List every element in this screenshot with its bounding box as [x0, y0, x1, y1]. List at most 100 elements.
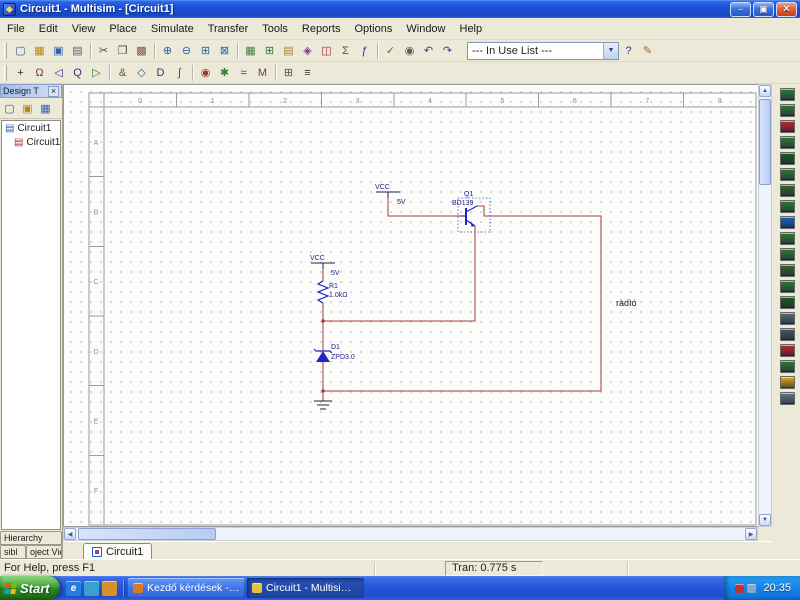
grapher-icon[interactable]: ◫ — [317, 42, 336, 60]
place-bus-icon[interactable]: ≡ — [298, 64, 317, 82]
horizontal-scrollbar[interactable]: ◀ ▶ — [63, 527, 758, 541]
menu-tools[interactable]: Tools — [255, 20, 295, 38]
agilent-function-generator-icon[interactable] — [779, 312, 795, 325]
combo-dropdown-icon[interactable]: ▼ — [603, 42, 618, 59]
education-web-page-icon[interactable]: ✎ — [638, 42, 657, 60]
ground-symbol[interactable] — [314, 400, 332, 410]
forward-annotate-icon[interactable]: ↷ — [438, 42, 457, 60]
scroll-down-icon[interactable]: ▼ — [759, 514, 771, 526]
scroll-up-icon[interactable]: ▲ — [759, 85, 771, 97]
logic-analyzer-icon[interactable] — [779, 216, 795, 229]
back-annotate-icon[interactable]: ↶ — [419, 42, 438, 60]
toggle-grid-icon[interactable]: ▦ — [241, 42, 260, 60]
tree-item-circuit1[interactable]: ▤ Circuit1 — [2, 121, 60, 135]
database-manager-icon[interactable]: ▤ — [279, 42, 298, 60]
restore-button[interactable]: ▣ — [753, 1, 774, 17]
place-diode-icon[interactable]: ◁ — [49, 64, 68, 82]
network-icon[interactable] — [747, 583, 757, 593]
bode-plotter-icon[interactable] — [779, 168, 795, 181]
menu-place[interactable]: Place — [102, 20, 144, 38]
copy-icon[interactable]: ❐ — [113, 42, 132, 60]
menu-transfer[interactable]: Transfer — [201, 20, 256, 38]
hscroll-thumb[interactable] — [78, 528, 216, 540]
logic-converter-icon[interactable] — [779, 232, 795, 245]
annotation-radio[interactable]: ràdìó — [616, 298, 637, 308]
menu-file[interactable]: File — [0, 20, 32, 38]
close-button[interactable]: × — [776, 1, 797, 17]
menu-view[interactable]: View — [65, 20, 103, 38]
help-icon[interactable]: ? — [619, 42, 638, 60]
menu-edit[interactable]: Edit — [32, 20, 65, 38]
resistor-r1[interactable]: R1 1.0kΩ — [316, 280, 347, 304]
volume-icon[interactable] — [735, 583, 745, 593]
place-basic-icon[interactable]: Ω — [30, 64, 49, 82]
place-transistor-icon[interactable]: Q — [68, 64, 87, 82]
open-file-icon[interactable]: ▦ — [30, 42, 49, 60]
place-indicator-icon[interactable]: ◉ — [196, 64, 215, 82]
toolbar-grip[interactable] — [4, 42, 7, 59]
network-analyzer-icon[interactable] — [779, 296, 795, 309]
taskbar-task[interactable]: Kezdő kérdések - Hob... — [128, 578, 245, 598]
show-desktop-icon[interactable] — [84, 580, 99, 596]
cut-icon[interactable]: ✂ — [94, 42, 113, 60]
vertical-scrollbar[interactable]: ▲ ▼ — [758, 84, 772, 527]
vcc-source-top[interactable]: VCC 5V — [375, 184, 406, 206]
oscilloscope-icon[interactable] — [779, 136, 795, 149]
postprocessor-icon[interactable]: ƒ — [355, 42, 374, 60]
zoom-area-icon[interactable]: ⊞ — [196, 42, 215, 60]
place-electromechanical-icon[interactable]: M — [253, 64, 272, 82]
zoom-full-icon[interactable]: ⊠ — [215, 42, 234, 60]
place-ttl-icon[interactable]: & — [113, 64, 132, 82]
scroll-left-icon[interactable]: ◀ — [64, 528, 76, 540]
spreadsheet-view-icon[interactable]: ⊞ — [260, 42, 279, 60]
save-schematic-icon[interactable]: ▦ — [37, 100, 54, 116]
place-misc-digital-icon[interactable]: D — [151, 64, 170, 82]
place-cmos-icon[interactable]: ◇ — [132, 64, 151, 82]
menu-simulate[interactable]: Simulate — [144, 20, 201, 38]
analyses-icon[interactable]: Σ — [336, 42, 355, 60]
spectrum-analyzer-icon[interactable] — [779, 280, 795, 293]
taskbar-task[interactable]: Circuit1 - Multisim - [C... — [247, 578, 364, 598]
zoom-in-icon[interactable]: ⊕ — [158, 42, 177, 60]
menu-help[interactable]: Help — [453, 20, 490, 38]
schematic-canvas[interactable]: 012345678ABCDEF VCC 5V Q1 BD139 VCC 5V R… — [63, 84, 758, 527]
new-file-icon[interactable]: ▢ — [11, 42, 30, 60]
zoom-out-icon[interactable]: ⊖ — [177, 42, 196, 60]
place-hierarchical-block-icon[interactable]: ⊞ — [279, 64, 298, 82]
internet-explorer-icon[interactable]: e — [66, 580, 81, 596]
agilent-multimeter-icon[interactable] — [779, 328, 795, 341]
save-icon[interactable]: ▣ — [49, 42, 68, 60]
tektronix-oscilloscope-icon[interactable] — [779, 360, 795, 373]
agilent-oscilloscope-icon[interactable] — [779, 344, 795, 357]
title-bar[interactable]: Circuit1 - Multisim - [Circuit1] – ▣ × — [0, 0, 800, 18]
word-generator-icon[interactable] — [779, 200, 795, 213]
tab-visibility[interactable]: sibl — [0, 545, 27, 559]
tab-circuit1[interactable]: Circuit1 — [83, 543, 153, 559]
frequency-counter-icon[interactable] — [779, 184, 795, 197]
tab-hierarchy[interactable]: Hierarchy — [0, 531, 62, 545]
multimeter-icon[interactable] — [779, 88, 795, 101]
function-generator-icon[interactable] — [779, 104, 795, 117]
place-mixed-icon[interactable]: ∫ — [170, 64, 189, 82]
distortion-analyzer-icon[interactable] — [779, 264, 795, 277]
place-misc-icon[interactable]: ✱ — [215, 64, 234, 82]
media-player-icon[interactable] — [102, 580, 117, 596]
print-icon[interactable]: ▤ — [68, 42, 87, 60]
design-toolbox-titlebar[interactable]: Design T × — [0, 84, 62, 98]
scroll-right-icon[interactable]: ▶ — [745, 528, 757, 540]
paste-icon[interactable]: ▩ — [132, 42, 151, 60]
place-source-icon[interactable]: + — [11, 64, 30, 82]
tab-project-view[interactable]: oject Vie — [26, 545, 62, 559]
measurement-probe-icon[interactable] — [779, 376, 795, 389]
current-clamp-icon[interactable] — [779, 392, 795, 405]
electrical-rules-check-icon[interactable]: ✓ — [381, 42, 400, 60]
menu-reports[interactable]: Reports — [295, 20, 348, 38]
capture-screen-icon[interactable]: ◉ — [400, 42, 419, 60]
toolbar-grip[interactable] — [4, 64, 7, 81]
wires[interactable] — [321, 198, 602, 401]
minimize-button[interactable]: – — [730, 1, 751, 17]
open-schematic-icon[interactable]: ▣ — [19, 100, 36, 116]
menu-window[interactable]: Window — [399, 20, 452, 38]
in-use-list-combo[interactable]: --- In Use List --- ▼ — [467, 41, 619, 60]
tree-item-circuit1[interactable]: ▤ Circuit1 — [2, 135, 60, 149]
